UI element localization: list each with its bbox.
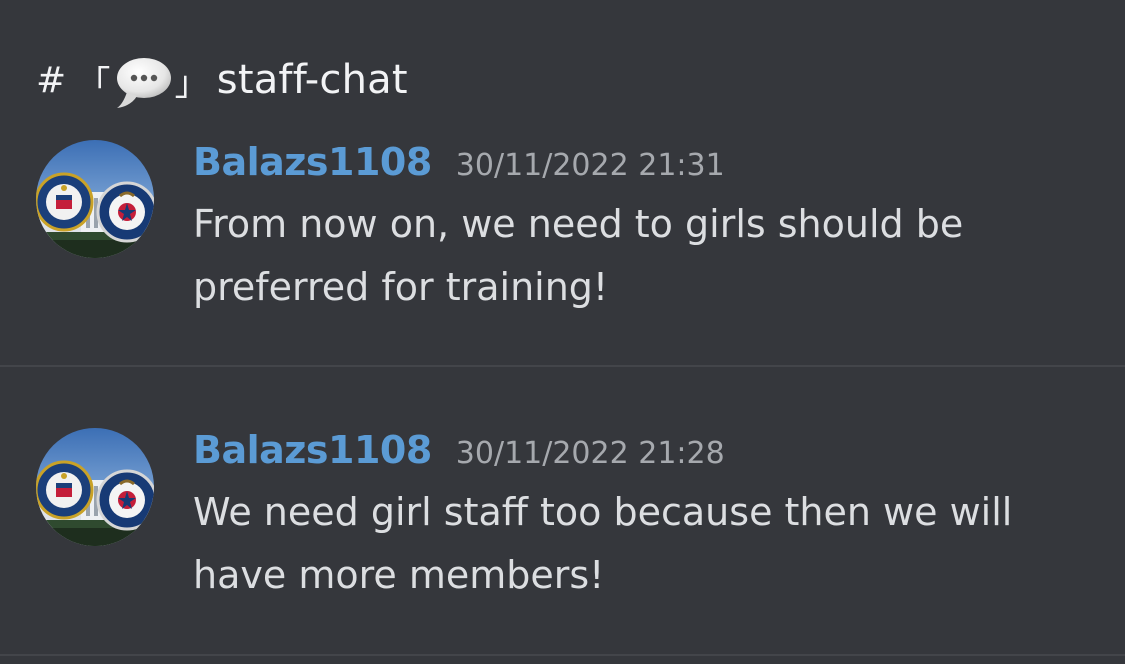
- channel-hash-icon: #: [36, 59, 67, 101]
- message-text: From now on, we need to girls should be …: [193, 202, 964, 309]
- avatar[interactable]: [36, 428, 154, 546]
- message-text: We need girl staff too because then we w…: [193, 490, 1013, 597]
- channel-name[interactable]: staff-chat: [217, 57, 408, 103]
- message-divider: [0, 365, 1125, 367]
- username[interactable]: Balazs1108: [193, 140, 432, 184]
- timestamp: 30/11/2022 21:28: [455, 436, 725, 471]
- username[interactable]: Balazs1108: [193, 428, 432, 472]
- message-divider: [0, 654, 1125, 656]
- timestamp: 30/11/2022 21:31: [455, 148, 725, 183]
- bracket-open: 「: [76, 63, 111, 104]
- message-header: Balazs1108 30/11/2022 21:28: [193, 428, 725, 472]
- bracket-close: 」: [174, 63, 209, 104]
- avatar[interactable]: [36, 140, 154, 258]
- message-header: Balazs1108 30/11/2022 21:31: [193, 140, 725, 184]
- channel-header: # 「 」 staff-chat: [36, 52, 408, 108]
- speech-bubble-icon: [113, 54, 173, 110]
